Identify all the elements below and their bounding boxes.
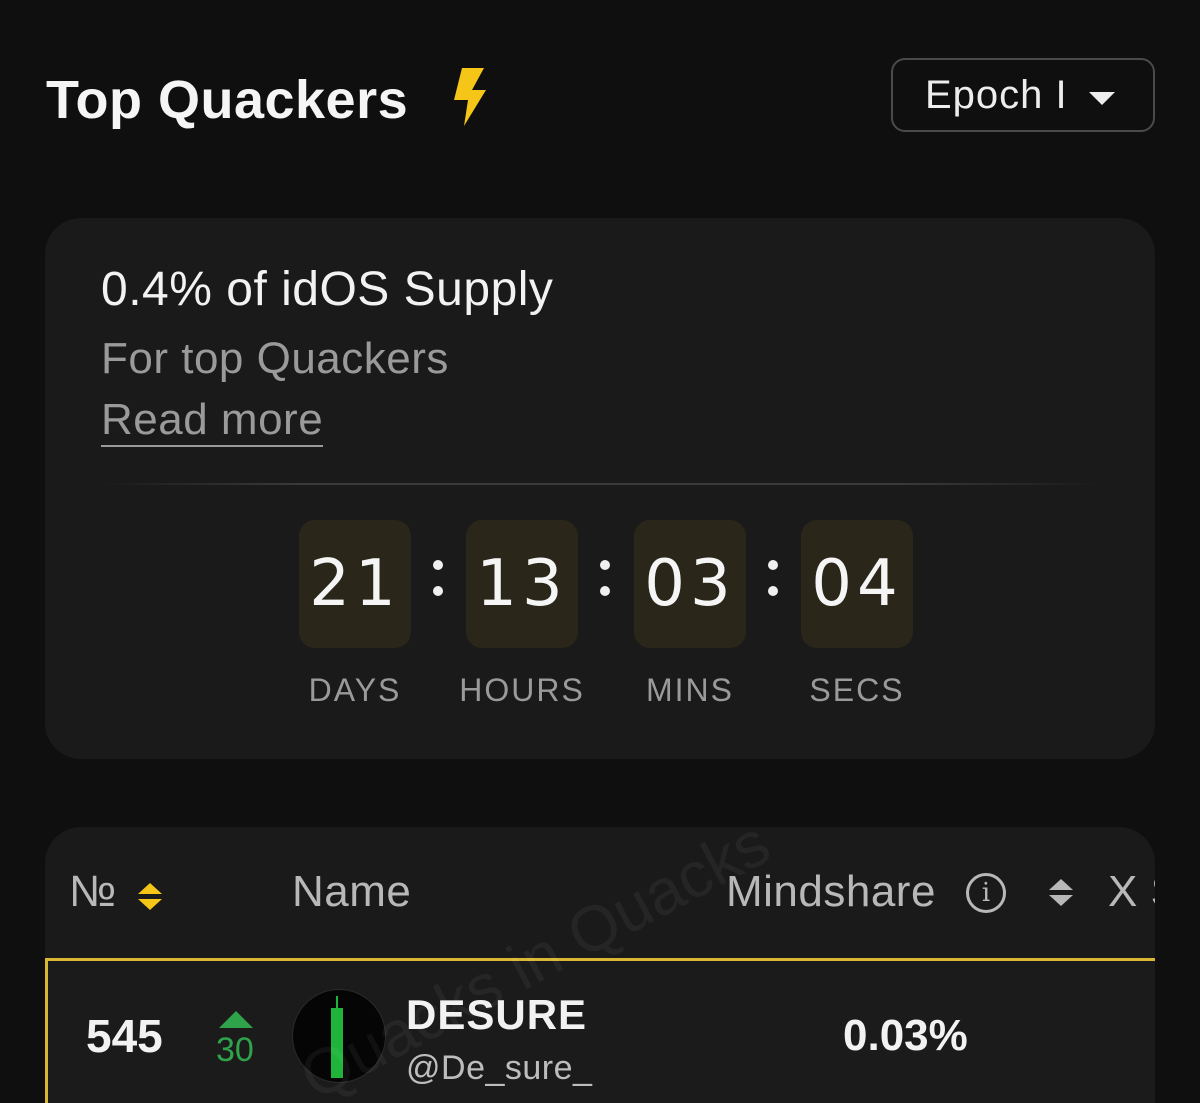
countdown-mins-label: MINS <box>646 672 734 708</box>
countdown-mins-value: 03 <box>634 520 746 648</box>
epoch-select[interactable]: Epoch I <box>891 58 1155 132</box>
header: Top Quackers Epoch I <box>46 58 1155 136</box>
reward-subtitle: For top Quackers <box>101 334 449 383</box>
info-icon[interactable]: i <box>966 873 1006 913</box>
reward-title: 0.4% of idOS Supply <box>101 263 554 316</box>
countdown-separator <box>768 556 778 602</box>
page: Top Quackers Epoch I 0.4% of idOS Supply… <box>0 0 1200 1103</box>
column-header-rank[interactable]: № <box>69 867 117 917</box>
epoch-select-value: Epoch I <box>925 72 1068 117</box>
countdown-separator <box>600 556 610 602</box>
row-rank-change: 30 <box>216 1031 254 1069</box>
caret-down-icon <box>1089 92 1115 105</box>
countdown-hours-label: HOURS <box>459 672 585 708</box>
countdown-secs-value: 04 <box>801 520 913 648</box>
countdown-hours-value: 13 <box>466 520 578 648</box>
sort-mindshare-icon[interactable] <box>1049 879 1073 909</box>
green-candle-avatar-icon <box>331 1008 343 1078</box>
row-mindshare: 0.03% <box>843 1011 968 1060</box>
reward-card: 0.4% of idOS Supply For top Quackers Rea… <box>45 218 1155 759</box>
rank-up-arrow-icon <box>219 1011 253 1028</box>
row-rank: 545 <box>86 1010 163 1062</box>
countdown-secs-label: SECS <box>809 672 905 708</box>
countdown-days-label: DAYS <box>308 672 402 708</box>
lightning-bolt-icon <box>454 68 486 126</box>
countdown-days-value: 21 <box>299 520 411 648</box>
row-user-handle[interactable]: @De_sure_ <box>406 1049 592 1088</box>
sort-down-icon <box>138 899 162 910</box>
leaderboard-table: № Name Mindshare i X S 545 30 DESURE @De… <box>45 827 1155 1103</box>
row-user-name[interactable]: DESURE <box>406 991 587 1039</box>
table-row[interactable]: 545 30 DESURE @De_sure_ 0.03% Quacks in … <box>45 827 1155 1103</box>
avatar[interactable] <box>292 989 386 1083</box>
card-divider <box>101 483 1099 485</box>
sort-up-icon <box>138 883 162 894</box>
countdown-timer: 21 13 03 04 DAYS HOURS MINS SECS <box>299 520 919 720</box>
column-header-x-score[interactable]: X S <box>1108 867 1155 917</box>
column-header-name: Name <box>292 867 412 916</box>
column-header-mindshare[interactable]: Mindshare <box>726 867 936 917</box>
sort-rank-icon[interactable] <box>138 883 162 913</box>
countdown-separator <box>433 556 443 602</box>
sort-down-icon <box>1049 895 1073 906</box>
page-title: Top Quackers <box>46 70 409 130</box>
sort-up-icon <box>1049 879 1073 890</box>
read-more-link[interactable]: Read more <box>101 395 324 447</box>
